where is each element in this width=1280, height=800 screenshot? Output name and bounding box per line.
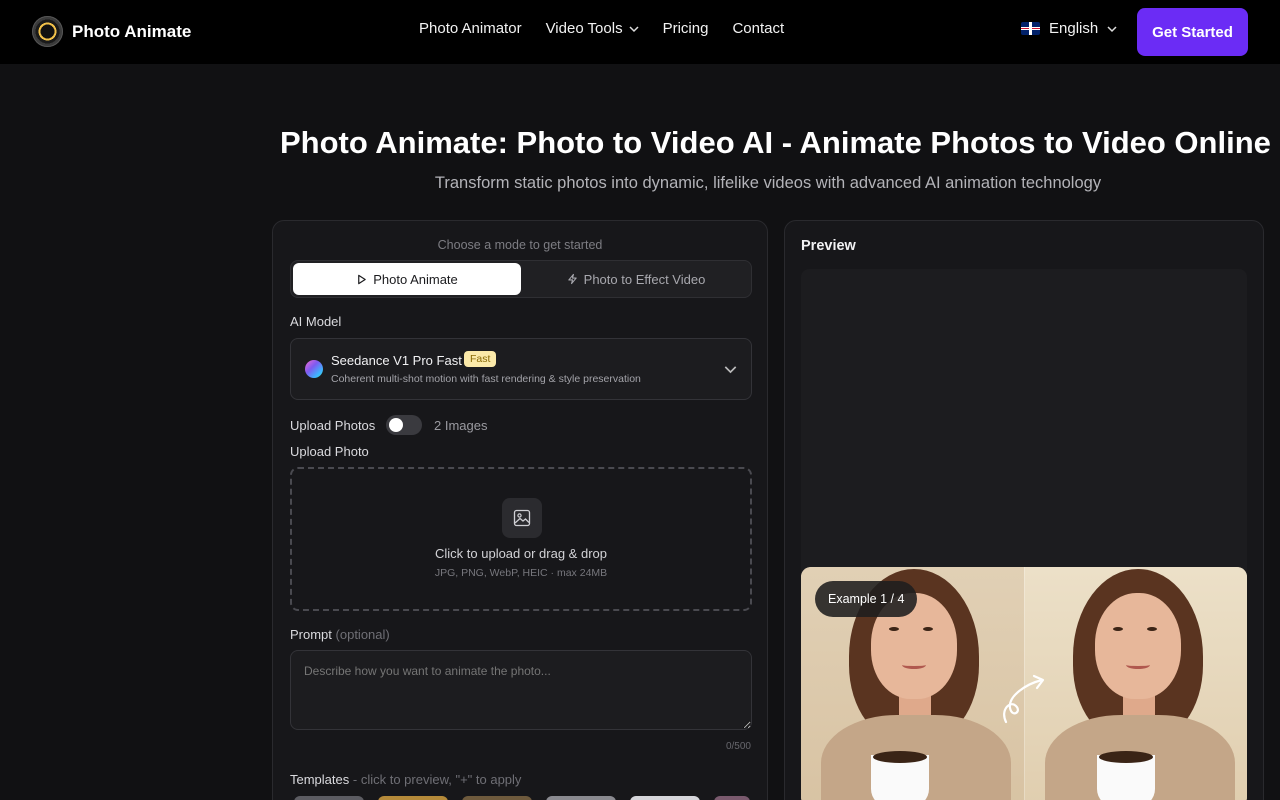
- template-thumbnail[interactable]: [546, 796, 616, 800]
- templates-hint: - click to preview, "+" to apply: [352, 772, 522, 787]
- tab-photo-animate-label: Photo Animate: [373, 271, 458, 287]
- nav-link-video-tools-label: Video Tools: [545, 20, 623, 37]
- chevron-down-icon: [1107, 25, 1117, 32]
- model-description: Coherent multi-shot motion with fast ren…: [331, 373, 641, 385]
- chevron-down-icon: [724, 366, 737, 374]
- language-label: English: [1049, 20, 1099, 37]
- transform-arrow-icon: [1003, 674, 1045, 724]
- example-counter-badge: Example 1 / 4: [815, 581, 918, 617]
- tab-photo-to-effect-video[interactable]: Photo to Effect Video: [523, 263, 749, 295]
- ai-model-label: AI Model: [290, 314, 342, 329]
- model-logo-icon: [305, 360, 323, 378]
- nav-link-photo-animator[interactable]: Photo Animator: [419, 20, 522, 37]
- char-count: 0/500: [725, 741, 751, 752]
- upload-photo-label: Upload Photo: [290, 444, 369, 459]
- prompt-input[interactable]: [290, 650, 752, 730]
- preview-title: Preview: [801, 238, 856, 254]
- dropzone-text: Click to upload or drag & drop: [435, 546, 607, 561]
- model-badge: Fast: [464, 351, 497, 367]
- page-title: Photo Animate: Photo to Video AI - Anima…: [280, 125, 1271, 160]
- model-name: Seedance V1 Pro Fast: [331, 353, 462, 368]
- nav-link-contact[interactable]: Contact: [732, 20, 784, 37]
- template-thumbnail[interactable]: [714, 796, 750, 800]
- uk-flag-icon: [1021, 22, 1040, 35]
- template-thumbnail[interactable]: [294, 796, 364, 800]
- bolt-icon: [567, 273, 577, 285]
- example-after-image: [1024, 567, 1247, 800]
- generator-panel: Choose a mode to get started Photo Anima…: [272, 220, 768, 800]
- page-subtitle: Transform static photos into dynamic, li…: [434, 174, 1102, 192]
- play-icon: [358, 274, 366, 284]
- prompt-label: Prompt (optional): [290, 627, 390, 642]
- brand-name: Photo Animate: [72, 21, 192, 41]
- language-selector[interactable]: English: [1021, 20, 1117, 37]
- nav-links: Photo Animator Video Tools Pricing Conta…: [419, 20, 784, 37]
- toggle-text: 2 Images: [434, 418, 488, 433]
- nav-link-video-tools[interactable]: Video Tools: [546, 20, 639, 37]
- upload-dropzone[interactable]: Click to upload or drag & drop JPG, PNG,…: [290, 467, 752, 611]
- templates-label-text: Templates: [290, 772, 350, 787]
- template-thumbnail[interactable]: [630, 796, 700, 800]
- two-images-toggle[interactable]: [386, 415, 422, 435]
- mode-hint: Choose a mode to get started: [437, 238, 603, 252]
- brand-logo[interactable]: Photo Animate: [32, 16, 191, 47]
- ai-model-select[interactable]: Seedance V1 Pro Fast Fast Coherent multi…: [290, 338, 752, 400]
- dropzone-formats: JPG, PNG, WebP, HEIC · max 24MB: [434, 567, 608, 579]
- top-navbar: Photo Animate Photo Animator Video Tools…: [0, 0, 1280, 64]
- tab-photo-animate[interactable]: Photo Animate: [293, 263, 521, 295]
- prompt-optional: (optional): [335, 627, 390, 642]
- templates-label: Templates - click to preview, "+" to app…: [290, 772, 521, 787]
- template-thumbnail[interactable]: [378, 796, 448, 800]
- prompt-label-text: Prompt: [290, 627, 332, 642]
- tab-photo-to-effect-video-label: Photo to Effect Video: [583, 271, 706, 287]
- get-started-button[interactable]: Get Started: [1137, 8, 1248, 56]
- toggle-knob: [389, 418, 403, 432]
- upload-photos-label: Upload Photos: [290, 418, 376, 433]
- template-thumbnail[interactable]: [462, 796, 532, 800]
- image-icon: [502, 498, 542, 538]
- nav-link-pricing[interactable]: Pricing: [663, 20, 709, 37]
- mode-tabs: Photo Animate Photo to Effect Video: [290, 260, 752, 298]
- chevron-down-icon: [629, 25, 639, 32]
- logo-icon: [32, 16, 63, 47]
- template-thumbnails: [294, 796, 750, 800]
